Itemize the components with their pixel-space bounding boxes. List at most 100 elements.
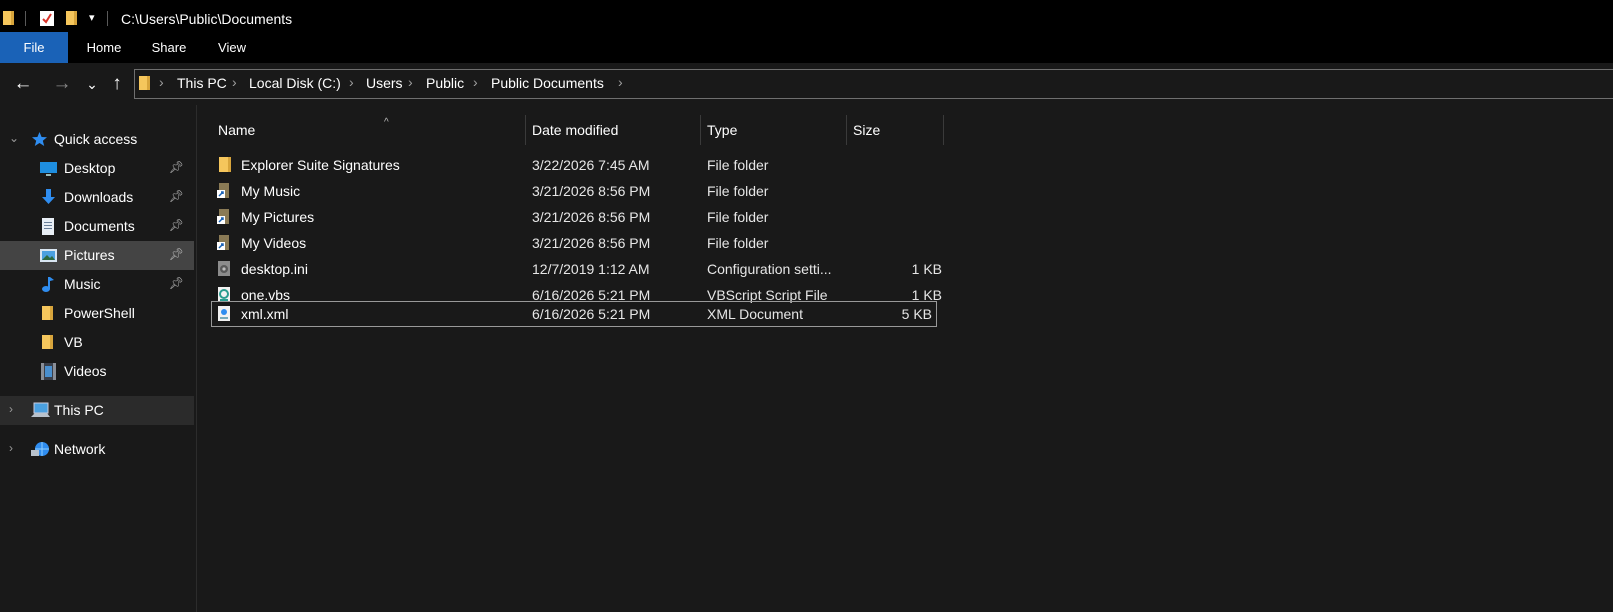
table-row[interactable]: My Music 3/21/2026 8:56 PM File folder [211, 178, 951, 204]
forward-button[interactable]: → [50, 71, 74, 97]
folder-icon [139, 76, 150, 90]
address-bar[interactable]: › This PC › Local Disk (C:) › Users › Pu… [134, 69, 1613, 99]
folder-icon [3, 11, 14, 25]
chevron-right-icon[interactable]: › [232, 74, 237, 90]
chevron-right-icon[interactable]: › [408, 74, 413, 90]
chevron-right-icon[interactable]: › [349, 74, 354, 90]
sidebar-item-label: Documents [64, 218, 135, 234]
column-header-name[interactable]: Name ^ [211, 115, 525, 145]
pin-icon[interactable]: 📌︎ [169, 276, 184, 290]
sidebar-item-documents[interactable]: Documents 📌︎ [0, 212, 194, 241]
column-header-label: Size [853, 122, 881, 138]
folder-icon [42, 305, 59, 322]
sidebar-item-label: Pictures [64, 247, 115, 263]
sidebar-item-powershell[interactable]: PowerShell [0, 299, 194, 328]
star-icon [31, 131, 48, 148]
sidebar-item-label: Quick access [54, 131, 138, 147]
file-date: 3/22/2026 7:45 AM [532, 157, 650, 173]
tab-file[interactable]: File [0, 32, 68, 63]
tab-view[interactable]: View [212, 32, 252, 63]
sidebar-item-downloads[interactable]: Downloads 📌︎ [0, 183, 194, 212]
sort-ascending-icon: ^ [384, 117, 389, 128]
window-title: C:\Users\Public\Documents [121, 11, 293, 27]
table-row[interactable]: My Videos 3/21/2026 8:56 PM File folder [211, 230, 951, 256]
sidebar-item-pictures[interactable]: Pictures 📌︎ [0, 241, 194, 270]
breadcrumb-users[interactable]: Users [366, 75, 403, 91]
pin-icon[interactable]: 📌︎ [169, 189, 184, 203]
table-row[interactable]: My Pictures 3/21/2026 8:56 PM File folde… [211, 204, 951, 230]
ribbon-tabs: File Home Share View [0, 32, 1613, 63]
sidebar-item-label: Videos [64, 363, 107, 379]
back-button[interactable]: ← [11, 71, 35, 97]
chevron-down-icon[interactable]: ⌄ [9, 131, 19, 145]
chevron-right-icon[interactable]: › [159, 74, 164, 90]
xml-file-icon [216, 305, 232, 322]
sidebar-item-vb[interactable]: VB [0, 328, 194, 357]
file-date: 3/21/2026 8:56 PM [532, 235, 651, 251]
sidebar-item-music[interactable]: Music 📌︎ [0, 270, 194, 299]
tab-share[interactable]: Share [146, 32, 192, 63]
sidebar-item-label: Downloads [64, 189, 134, 205]
chevron-right-icon[interactable]: › [9, 441, 13, 455]
chevron-right-icon[interactable]: › [473, 74, 478, 90]
sidebar-item-quick-access[interactable]: ⌄ Quick access [0, 125, 194, 154]
file-name: My Videos [241, 235, 307, 251]
shortcut-folder-icon [216, 182, 232, 199]
computer-icon [31, 402, 50, 419]
properties-icon[interactable] [40, 11, 54, 26]
up-button[interactable]: ↑ [105, 71, 129, 97]
sidebar-item-network[interactable]: › Network [0, 435, 194, 464]
title-bar: ▾ C:\Users\Public\Documents [0, 0, 1613, 32]
pin-icon[interactable]: 📌︎ [169, 218, 184, 232]
file-type: File folder [707, 235, 769, 251]
column-header-date-modified[interactable]: Date modified [525, 115, 700, 145]
column-headers: Name ^ Date modified Type Size [197, 105, 957, 145]
breadcrumb-public-documents[interactable]: Public Documents [491, 75, 604, 91]
table-row[interactable]: Explorer Suite Signatures 3/22/2026 7:45… [211, 152, 951, 178]
navigation-pane: ⌄ Quick access Desktop 📌︎ Downloads 📌︎ D… [0, 105, 197, 612]
navigation-bar: ← → ⌄ ↑ › This PC › Local Disk (C:) › Us… [0, 63, 1613, 105]
file-date: 12/7/2019 1:12 AM [532, 261, 650, 277]
folder-icon [42, 334, 59, 351]
sidebar-item-this-pc[interactable]: › This PC [0, 396, 194, 425]
music-icon [40, 276, 57, 293]
breadcrumb-public[interactable]: Public [426, 75, 464, 91]
column-header-size[interactable]: Size [846, 115, 943, 145]
file-date: 3/21/2026 8:56 PM [532, 209, 651, 225]
pictures-icon [40, 247, 57, 264]
file-size: 1 KB [911, 261, 942, 277]
folder-icon [216, 156, 232, 173]
file-type: File folder [707, 209, 769, 225]
pin-icon[interactable]: 📌︎ [169, 160, 184, 174]
column-header-type[interactable]: Type [700, 115, 846, 145]
sidebar-item-label: Desktop [64, 160, 116, 176]
column-header-label: Date modified [532, 122, 619, 138]
sidebar-item-label: PowerShell [64, 305, 135, 321]
column-header-label: Type [707, 122, 738, 138]
desktop-icon [40, 160, 57, 177]
sidebar-item-videos[interactable]: Videos [0, 357, 194, 386]
file-name: My Music [241, 183, 301, 199]
breadcrumb-local-disk[interactable]: Local Disk (C:) [249, 75, 341, 91]
file-size: 5 KB [901, 306, 932, 322]
breadcrumb-this-pc[interactable]: This PC [177, 75, 227, 91]
column-header-label: Name [218, 122, 256, 138]
file-type: Configuration setti... [707, 261, 832, 277]
file-list: Name ^ Date modified Type Size Explorer … [197, 105, 1613, 612]
recent-locations-button[interactable]: ⌄ [80, 71, 104, 97]
new-folder-icon[interactable] [66, 11, 77, 25]
table-row[interactable]: desktop.ini 12/7/2019 1:12 AM Configurat… [211, 256, 951, 282]
tab-home[interactable]: Home [80, 32, 128, 63]
pin-icon[interactable]: 📌︎ [169, 247, 184, 261]
file-name: Explorer Suite Signatures [241, 157, 400, 173]
sidebar-item-desktop[interactable]: Desktop 📌︎ [0, 154, 194, 183]
network-icon [31, 441, 49, 458]
sidebar-item-label: This PC [54, 402, 104, 418]
table-row[interactable]: xml.xml 6/16/2026 5:21 PM XML Document 5… [211, 301, 937, 327]
customize-quick-access-icon[interactable]: ▾ [89, 11, 95, 24]
chevron-right-icon[interactable]: › [618, 74, 623, 90]
chevron-right-icon[interactable]: › [9, 402, 13, 416]
shortcut-folder-icon [216, 208, 232, 225]
file-type: File folder [707, 183, 769, 199]
videos-icon [40, 363, 57, 380]
